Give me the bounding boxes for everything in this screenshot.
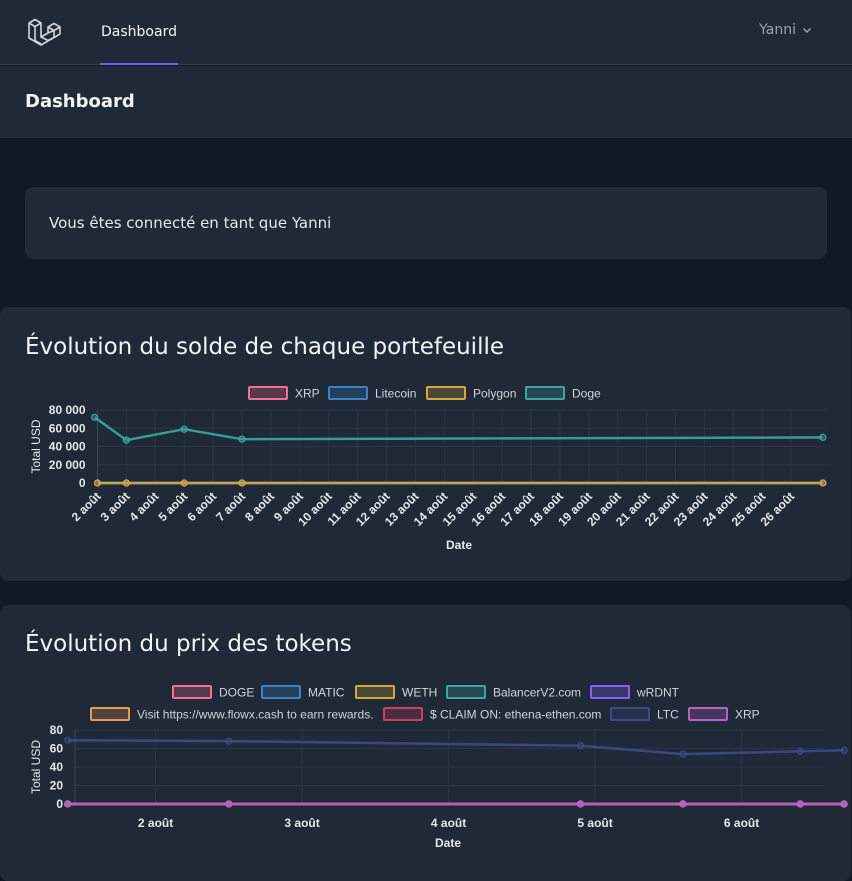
series-line (67, 738, 845, 756)
y-axis-title: Total USD (29, 740, 43, 794)
legend-label: MATIC (308, 686, 345, 700)
data-point (180, 425, 188, 433)
legend-label: XRP (735, 708, 760, 722)
legend-label: $ CLAIM ON: ethena-ethen.com (430, 708, 601, 722)
x-tick-label: 3 août (284, 816, 319, 830)
data-point (122, 479, 131, 487)
data-point (238, 479, 246, 487)
data-point (796, 800, 804, 808)
data-point (238, 435, 246, 443)
legend-label: LTC (657, 708, 679, 722)
legend-swatch (261, 685, 301, 699)
y-tick-label: 0 (56, 797, 63, 811)
data-point (225, 800, 233, 808)
page-title: Dashboard (25, 91, 135, 112)
y-tick-label: 20 000 (49, 458, 86, 472)
data-point (576, 800, 585, 808)
legend-label: WETH (402, 686, 437, 700)
data-point (840, 746, 848, 754)
x-tick-label: 2 août (138, 816, 173, 830)
legend-label: wRDNT (636, 686, 680, 700)
x-tick-label: 5 août (155, 489, 190, 524)
x-tick-label: 4 août (127, 489, 162, 524)
legend-swatch (355, 685, 395, 699)
welcome-message: Vous êtes connecté en tant que Yanni (49, 214, 332, 232)
welcome-card: Vous êtes connecté en tant que Yanni (25, 187, 827, 259)
x-axis-title: Date (435, 836, 461, 850)
top-navigation: Dashboard Yanni (0, 0, 852, 65)
legend-swatch (426, 386, 466, 400)
legend-swatch (688, 707, 728, 721)
data-point (180, 479, 188, 487)
token-price-card: Évolution du prix des tokens DOGE MATIC WE… (0, 605, 851, 881)
wallet-balance-card: Évolution du solde de chaque portefeuill… (0, 307, 851, 581)
x-tick-label: 5 août (577, 816, 612, 830)
y-tick-label: 80 (50, 723, 64, 737)
legend-swatch (525, 386, 565, 400)
legend-swatch (446, 685, 486, 699)
legend-swatch (172, 685, 212, 699)
wallet-balance-chart: XRP Litecoin Polygon Doge 0 20 000 40 000 60 00… (29, 386, 827, 552)
legend-label: Doge (572, 387, 601, 401)
legend-label: Polygon (473, 387, 516, 401)
nav-link-label: Dashboard (101, 23, 177, 40)
y-tick-label: 40 000 (49, 440, 86, 454)
legend-label: DOGE (219, 686, 254, 700)
data-point (64, 736, 72, 744)
x-tick-label: 7 août (213, 489, 248, 524)
data-point (819, 433, 827, 441)
legend-swatch (90, 707, 130, 721)
legend-swatch (590, 685, 630, 699)
data-point (819, 479, 827, 487)
legend-swatch (248, 386, 288, 400)
legend-label: Visit https://www.flowx.cash to earn rew… (137, 708, 374, 722)
data-point (679, 750, 687, 758)
x-tick-label: 2 août (69, 489, 104, 524)
y-tick-label: 20 (50, 779, 64, 793)
legend-swatch (383, 707, 423, 721)
data-point (840, 800, 848, 808)
legend-label: XRP (295, 387, 320, 401)
y-axis-title: Total USD (29, 419, 43, 473)
page-header: Dashboard (0, 66, 852, 138)
data-point (122, 436, 131, 444)
data-point (93, 479, 102, 487)
data-point (225, 737, 233, 745)
x-tick-label: 8 août (242, 489, 277, 524)
legend-swatch (610, 707, 650, 721)
legend-swatch (328, 386, 368, 400)
x-axis-title: Date (446, 538, 472, 552)
data-point (679, 800, 687, 808)
y-tick-label: 80 000 (49, 403, 86, 417)
data-point (796, 747, 804, 755)
data-point (64, 800, 72, 808)
y-tick-label: 60 000 (49, 421, 86, 435)
legend-label: BalancerV2.com (493, 686, 581, 700)
x-tick-label: 4 août (431, 816, 466, 830)
nav-link-dashboard[interactable]: Dashboard (100, 0, 178, 65)
user-name: Yanni (759, 22, 796, 38)
x-tick-label: 6 août (184, 489, 219, 524)
x-tick-label: 6 août (724, 816, 759, 830)
user-dropdown[interactable]: Yanni (759, 22, 812, 38)
data-point (91, 413, 99, 421)
y-tick-label: 60 (50, 742, 64, 756)
chevron-down-icon (802, 27, 812, 34)
y-tick-label: 40 (50, 760, 64, 774)
legend-label: Litecoin (375, 387, 416, 401)
data-point (576, 742, 585, 750)
y-tick-label: 0 (79, 476, 86, 490)
laravel-logo-icon[interactable] (26, 15, 62, 51)
x-tick-label: 3 août (98, 489, 133, 524)
token-price-chart: DOGE MATIC WETH BalancerV2.com wRDNT Visit ht… (29, 685, 848, 850)
